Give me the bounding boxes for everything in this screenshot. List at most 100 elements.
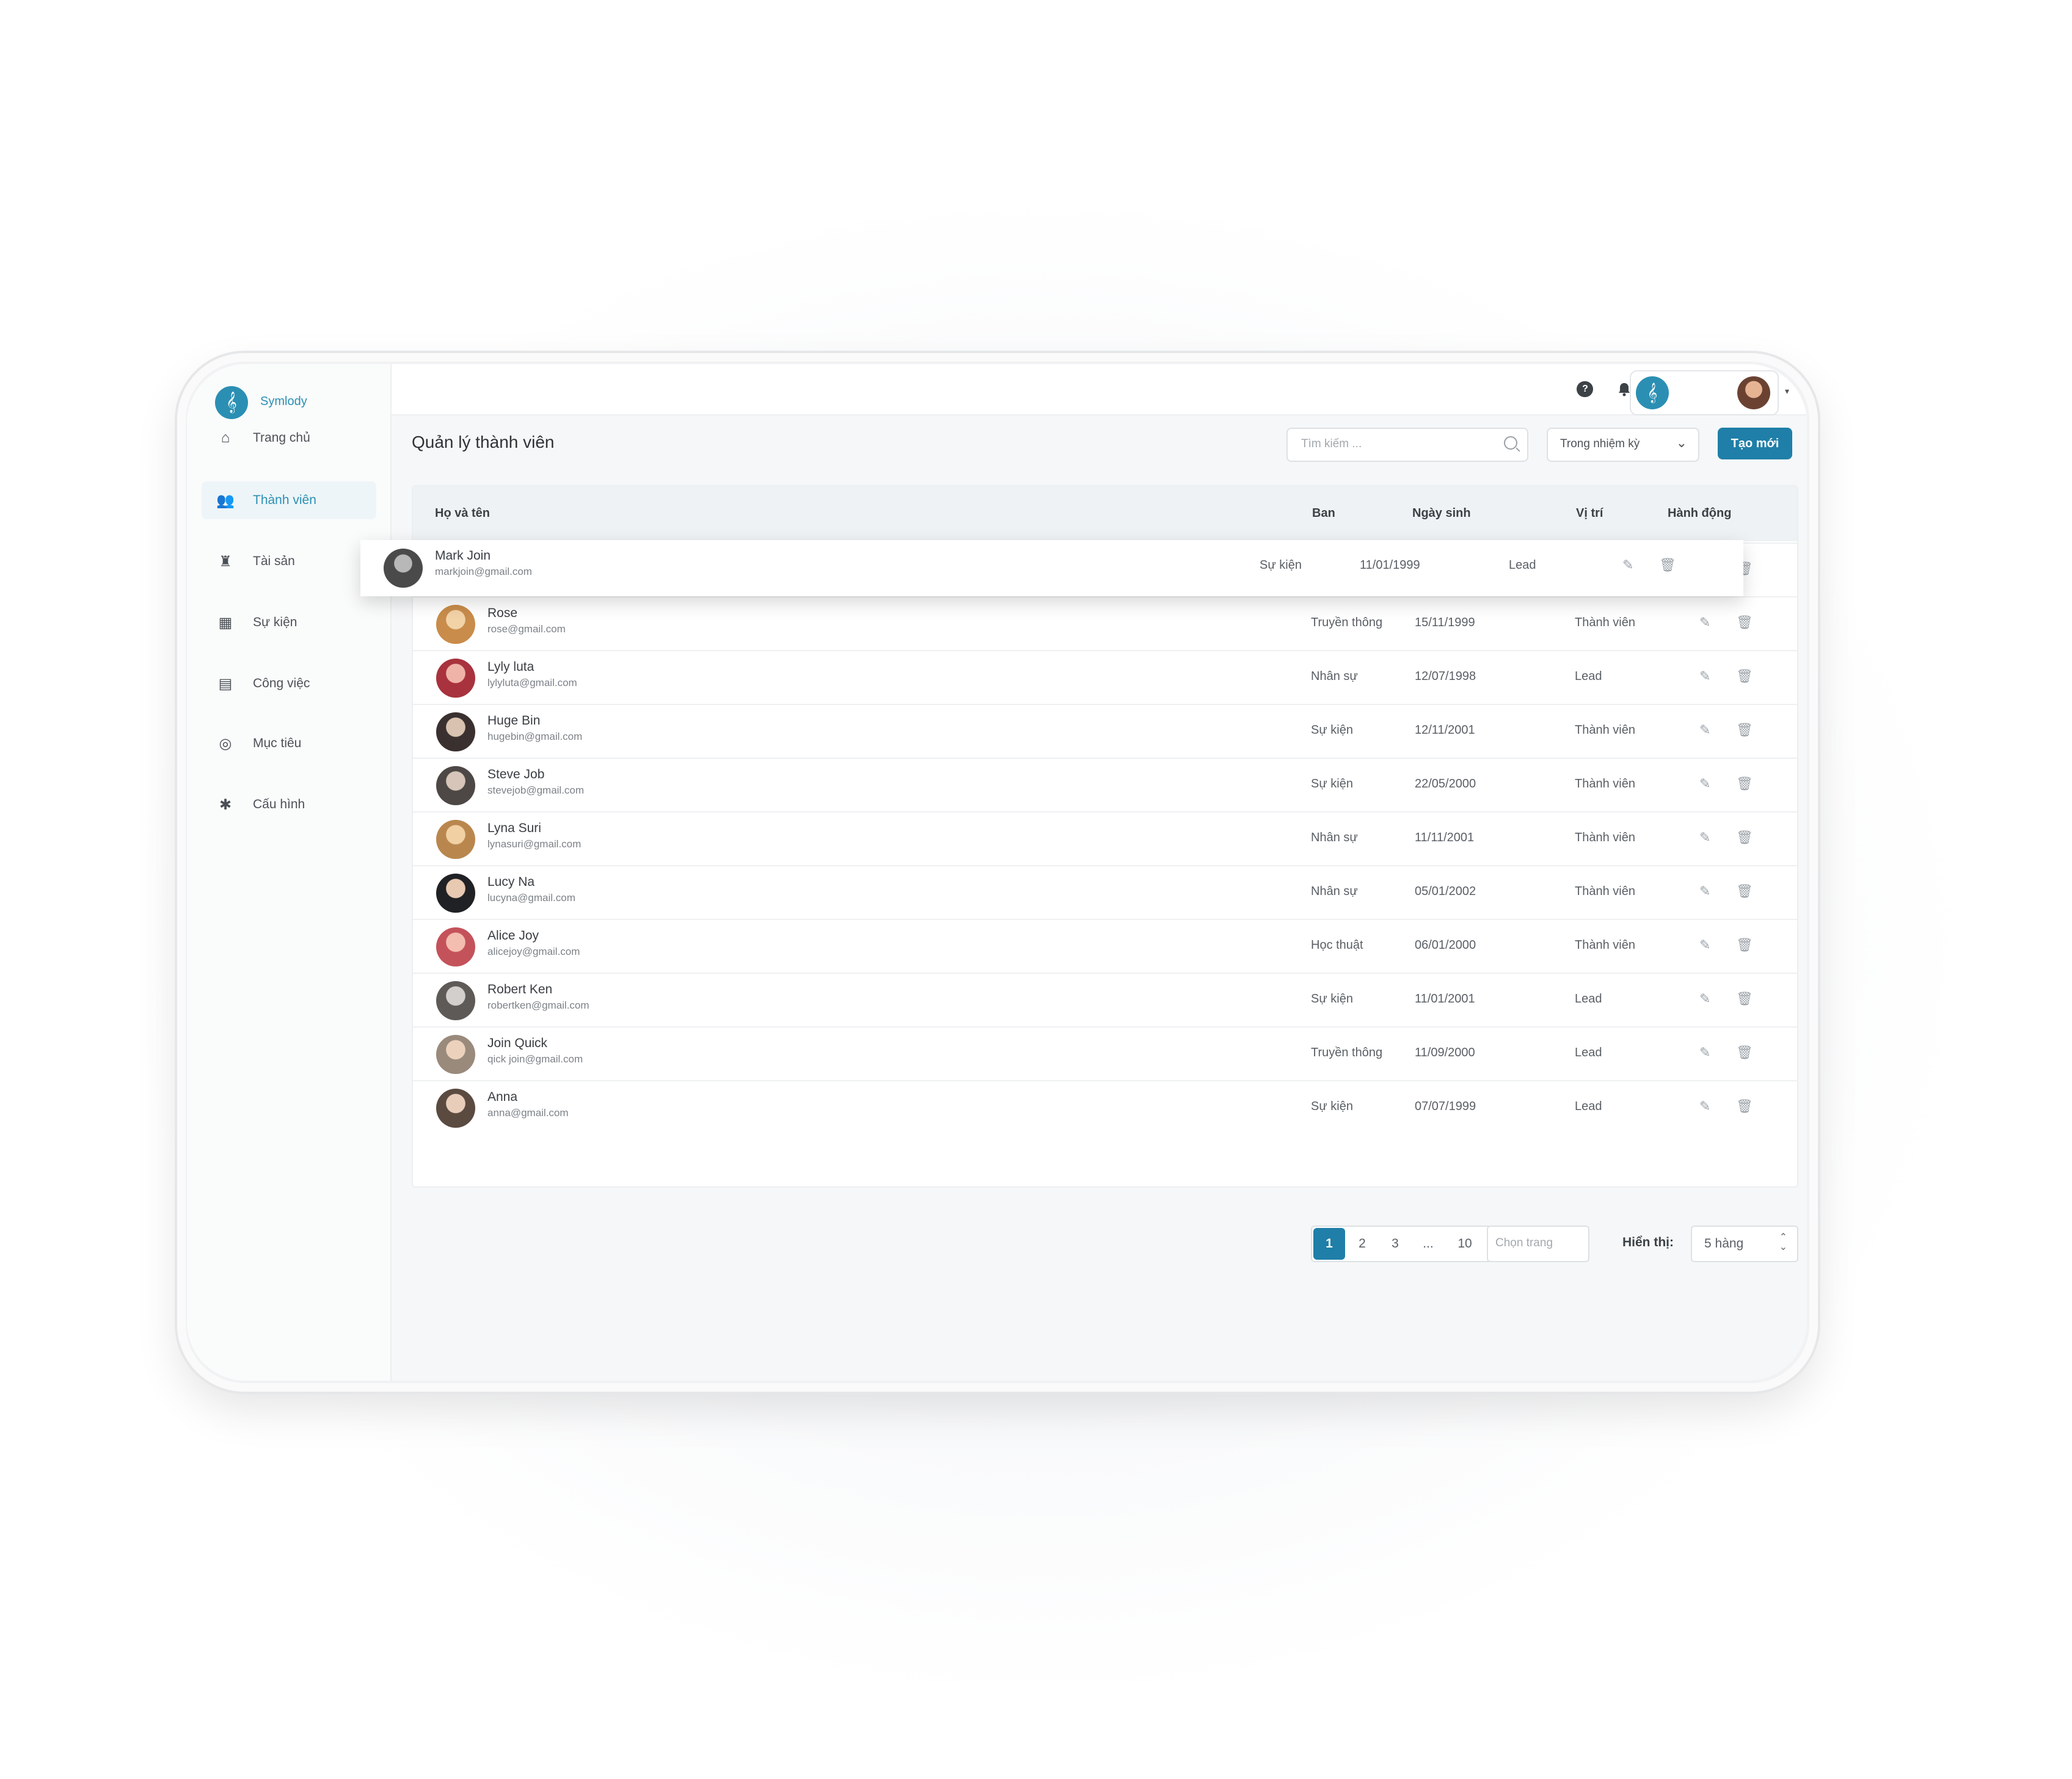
clipboard-icon: ▤: [218, 675, 233, 692]
avatar: [436, 605, 475, 644]
table-row[interactable]: Lyly luta lylyluta@gmail.com Nhân sự 12/07/…: [413, 650, 1797, 705]
table-row[interactable]: Anna anna@gmail.com Sự kiện 07/07/1999 Lead ✎…: [413, 1080, 1797, 1135]
sidebar-item-5[interactable]: ◎ Mục tiêu: [202, 725, 376, 762]
trash-icon[interactable]: 🗑: [1659, 557, 1676, 573]
edit-icon[interactable]: ✎: [1699, 937, 1710, 953]
rows-per-page-select[interactable]: 5 hàng ⌃ ⌄: [1691, 1226, 1798, 1262]
edit-icon[interactable]: ✎: [1699, 722, 1710, 738]
member-role: Lead: [1509, 558, 1536, 572]
trash-icon[interactable]: 🗑: [1736, 722, 1753, 738]
member-role: Thành viên: [1575, 616, 1635, 629]
edit-icon[interactable]: ✎: [1699, 991, 1710, 1007]
member-email: lynasuri@gmail.com: [487, 838, 582, 850]
table-row[interactable]: Steve Job stevejob@gmail.com Sự kiện 22/05/…: [413, 758, 1797, 813]
sidebar-item-6[interactable]: ✱ Cấu hình: [202, 786, 376, 824]
help-icon[interactable]: ?: [1577, 381, 1593, 397]
avatar: [436, 874, 475, 913]
dragging-table-row[interactable]: Mark Join markjoin@gmail.com Sự kiện 11/…: [360, 540, 1743, 596]
goto-page-placeholder: Chọn trang: [1495, 1237, 1553, 1249]
trash-icon[interactable]: 🗑: [1736, 776, 1753, 792]
trash-icon[interactable]: 🗑: [1736, 1045, 1753, 1061]
chevron-down-icon[interactable]: ▾: [1785, 386, 1789, 396]
avatar: [436, 712, 475, 751]
trash-icon[interactable]: 🗑: [1736, 937, 1753, 953]
column-header-name[interactable]: Họ và tên: [435, 506, 490, 521]
trash-icon[interactable]: 🗑: [1736, 668, 1753, 684]
rows-per-page-value: 5 hàng: [1704, 1237, 1744, 1251]
member-role: Thành viên: [1575, 885, 1635, 898]
member-role: Thành viên: [1575, 723, 1635, 737]
target-icon: ◎: [219, 735, 232, 752]
trash-icon[interactable]: 🗑: [1736, 883, 1753, 899]
page-button-3[interactable]: 3: [1379, 1228, 1411, 1260]
member-name: Mark Join: [435, 549, 491, 563]
sidebar-item-0[interactable]: ⌂ Trang chủ: [202, 419, 376, 457]
avatar: [1737, 376, 1770, 409]
member-dob: 11/01/2001: [1415, 992, 1475, 1006]
column-header-dept[interactable]: Ban: [1312, 506, 1335, 521]
home-icon: ⌂: [221, 429, 230, 446]
page-button-2[interactable]: 2: [1346, 1228, 1378, 1260]
trash-icon[interactable]: 🗑: [1736, 830, 1753, 846]
trash-icon[interactable]: 🗑: [1736, 615, 1753, 630]
column-header-actions: Hành động: [1668, 506, 1732, 520]
top-bar: ?: [392, 364, 1807, 415]
member-dob: 22/05/2000: [1415, 777, 1476, 791]
avatar: [436, 820, 475, 859]
member-role: Lead: [1575, 992, 1602, 1006]
trash-icon[interactable]: 🗑: [1736, 991, 1753, 1007]
chevron-down-icon: ⌄: [1676, 435, 1687, 450]
pagination-ellipsis: ...: [1423, 1237, 1434, 1251]
column-header-dob[interactable]: Ngày sinh: [1412, 506, 1471, 521]
sidebar: 𝄞 Symlody ⌂ Trang chủ 👥 Thành viên ♜ Tài sản ▦…: [187, 364, 392, 1381]
sidebar-item-label: Cấu hình: [253, 797, 305, 811]
edit-icon[interactable]: ✎: [1699, 1098, 1710, 1114]
table-row[interactable]: Lucy Na lucyna@gmail.com Nhân sự 05/01/2002…: [413, 865, 1797, 920]
member-role: Thành viên: [1575, 831, 1635, 844]
sidebar-item-3[interactable]: ▦ Sự kiện: [202, 604, 376, 641]
member-dob: 11/01/1999: [1360, 558, 1420, 572]
sidebar-item-1[interactable]: 👥 Thành viên: [202, 481, 376, 519]
edit-icon[interactable]: ✎: [1622, 557, 1633, 573]
table-row[interactable]: Robert Ken robertken@gmail.com Sự kiện 11/0…: [413, 973, 1797, 1028]
member-email: rose@gmail.com: [487, 623, 566, 635]
member-name: Join Quick: [487, 1036, 548, 1050]
goto-page-input[interactable]: Chọn trang: [1487, 1226, 1589, 1262]
search-input[interactable]: Tìm kiếm ...: [1286, 428, 1528, 462]
table-row[interactable]: Join Quick qick join@gmail.com Truyền thôn…: [413, 1026, 1797, 1081]
sidebar-item-4[interactable]: ▤ Công việc: [202, 665, 376, 703]
member-dob: 12/11/2001: [1415, 723, 1475, 737]
table-row[interactable]: Huge Bin hugebin@gmail.com Sự kiện 12/11/20…: [413, 704, 1797, 759]
member-email: anna@gmail.com: [487, 1107, 569, 1119]
create-new-button[interactable]: Tạo mới: [1718, 428, 1792, 459]
edit-icon[interactable]: ✎: [1699, 1045, 1710, 1061]
edit-icon[interactable]: ✎: [1699, 668, 1710, 684]
table-row[interactable]: Rose rose@gmail.com Truyền thông 15/11/1999…: [413, 596, 1797, 651]
page-button-1[interactable]: 1: [1313, 1228, 1345, 1260]
edit-icon[interactable]: ✎: [1699, 615, 1710, 630]
table-row[interactable]: Lyna Suri lynasuri@gmail.com Nhân sự 11/11/…: [413, 811, 1797, 866]
term-filter-select[interactable]: Trong nhiệm kỳ ⌄: [1547, 428, 1699, 462]
app-screen: 𝄞 Symlody ⌂ Trang chủ 👥 Thành viên ♜ Tài sản ▦…: [187, 364, 1807, 1381]
member-dob: 11/09/2000: [1415, 1046, 1475, 1059]
treble-clef-icon[interactable]: 𝄞: [215, 386, 248, 419]
member-dept: Truyền thông: [1311, 1046, 1383, 1059]
avatar: [436, 927, 475, 966]
member-role: Lead: [1575, 1100, 1602, 1113]
table-row[interactable]: Alice Joy alicejoy@gmail.com Học thuật 06/0…: [413, 919, 1797, 974]
member-role: Thành viên: [1575, 777, 1635, 791]
member-dept: Sự kiện: [1260, 558, 1302, 572]
edit-icon[interactable]: ✎: [1699, 830, 1710, 846]
search-placeholder: Tìm kiếm ...: [1301, 437, 1362, 450]
member-role: Lead: [1575, 670, 1602, 683]
member-email: robertken@gmail.com: [487, 999, 589, 1011]
edit-icon[interactable]: ✎: [1699, 776, 1710, 792]
member-email: lucyna@gmail.com: [487, 892, 575, 904]
page-button-10[interactable]: 10: [1445, 1228, 1484, 1260]
user-menu[interactable]: 𝄞: [1630, 370, 1779, 415]
trash-icon[interactable]: 🗑: [1736, 1098, 1753, 1114]
edit-icon[interactable]: ✎: [1699, 883, 1710, 899]
sidebar-item-2[interactable]: ♜ Tài sản: [202, 542, 376, 580]
column-header-role[interactable]: Vị trí: [1576, 506, 1603, 521]
avatar: [384, 549, 423, 588]
